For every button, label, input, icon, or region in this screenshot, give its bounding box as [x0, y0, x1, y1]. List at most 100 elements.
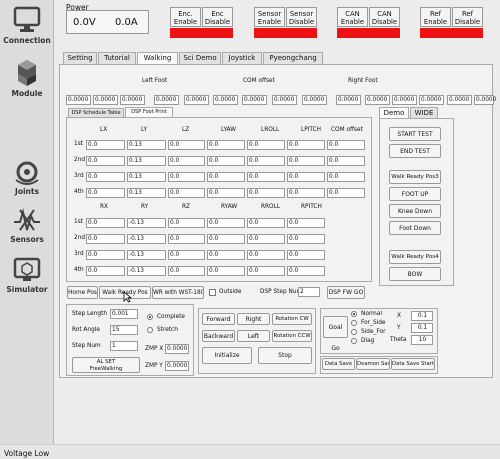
left-foot-cell[interactable]: 0.0	[327, 188, 365, 198]
enc-enable-button[interactable]: Enc. Enable	[170, 7, 201, 27]
left-foot-cell[interactable]: 0.0	[327, 140, 365, 150]
dsp-step-num-input[interactable]: 2	[298, 287, 320, 297]
data-save-button[interactable]: Data Save	[322, 358, 355, 370]
tab-sci-demo[interactable]: Sci Demo	[179, 52, 221, 64]
tab-joystick[interactable]: Joystick	[222, 52, 262, 64]
right-foot-cell[interactable]: 0.0	[287, 218, 325, 228]
sidebar-item-simulator[interactable]: Simulator	[0, 256, 54, 294]
stretch-radio[interactable]	[147, 327, 153, 333]
left-foot-cell[interactable]: 0.13	[127, 188, 166, 198]
deamon-save-button[interactable]: Deamon Save	[356, 358, 390, 370]
right-foot-cell[interactable]: 0.0	[86, 266, 125, 276]
complete-radio[interactable]	[147, 314, 153, 320]
can-disable-button[interactable]: CAN Disable	[369, 7, 400, 27]
normal-radio[interactable]	[351, 311, 357, 317]
right-foot-cell[interactable]: 0.0	[207, 218, 245, 228]
right-foot-cell[interactable]: 0.0	[168, 218, 205, 228]
outside-checkbox[interactable]	[209, 289, 216, 296]
step-length-input[interactable]: 0.001	[110, 309, 138, 319]
walk-ready-pos4-button[interactable]: Walk Ready Pos4	[389, 250, 441, 264]
start-test-button[interactable]: START TEST	[389, 127, 441, 141]
data-save-start-button[interactable]: Data Save Start	[391, 358, 435, 370]
right-foot-cell[interactable]: 0.0	[287, 234, 325, 244]
wr-with-wst-button[interactable]: WR with WST-180	[152, 286, 204, 299]
left-foot-cell[interactable]: 0.0	[207, 140, 245, 150]
top-value-field[interactable]: 0.0000	[419, 95, 444, 105]
left-foot-cell[interactable]: 0.0	[207, 172, 245, 182]
tab-setting[interactable]: Setting	[63, 52, 97, 64]
top-value-field[interactable]: 0.0000	[447, 95, 472, 105]
top-value-field[interactable]: 0.0000	[184, 95, 209, 105]
rot-angle-input[interactable]: 15	[110, 325, 138, 335]
left-foot-cell[interactable]: 0.0	[86, 156, 125, 166]
walk-ready-pos3-button[interactable]: Walk Ready Pos3	[389, 170, 441, 184]
right-foot-cell[interactable]: -0.13	[127, 234, 166, 244]
bow-button[interactable]: BOW	[389, 267, 441, 281]
rotation-ccw-button[interactable]: Rotation CCW	[272, 330, 312, 342]
left-foot-cell[interactable]: 0.0	[327, 172, 365, 182]
top-value-field[interactable]: 0.0000	[474, 95, 496, 105]
right-foot-cell[interactable]: 0.0	[168, 250, 205, 260]
right-foot-cell[interactable]: 0.0	[168, 234, 205, 244]
diag-radio[interactable]	[351, 338, 357, 344]
left-foot-cell[interactable]: 0.0	[168, 140, 205, 150]
foot-up-button[interactable]: FOOT UP	[389, 187, 441, 201]
top-value-field[interactable]: 0.0000	[302, 95, 327, 105]
right-foot-cell[interactable]: 0.0	[247, 250, 285, 260]
left-foot-cell[interactable]: 0.0	[287, 172, 325, 182]
left-foot-cell[interactable]: 0.13	[127, 156, 166, 166]
right-foot-cell[interactable]: 0.0	[247, 266, 285, 276]
top-value-field[interactable]: 0.0000	[365, 95, 390, 105]
left-foot-cell[interactable]: 0.0	[247, 140, 285, 150]
right-foot-cell[interactable]: 0.0	[207, 234, 245, 244]
left-foot-cell[interactable]: 0.13	[127, 172, 166, 182]
can-enable-button[interactable]: CAN Enable	[337, 7, 368, 27]
top-value-field[interactable]: 0.0000	[336, 95, 361, 105]
left-foot-cell[interactable]: 0.0	[207, 188, 245, 198]
top-value-field[interactable]: 0.0000	[120, 95, 145, 105]
al-set-free-walking-button[interactable]: AL SET FreeWalking	[72, 357, 140, 373]
tab-dsp-foot-print[interactable]: DSP Foot Print	[125, 107, 173, 117]
dsp-fw-go-button[interactable]: DSP FW GO	[327, 286, 365, 299]
left-foot-cell[interactable]: 0.0	[287, 156, 325, 166]
tab-pyeongchang[interactable]: Pyeongchang	[263, 52, 323, 64]
left-foot-cell[interactable]: 0.0	[86, 188, 125, 198]
left-foot-cell[interactable]: 0.0	[247, 188, 285, 198]
sidebar-item-joints[interactable]: Joints	[0, 158, 54, 196]
step-num-input[interactable]: 1	[110, 341, 138, 351]
left-button[interactable]: Left	[237, 330, 270, 342]
right-foot-cell[interactable]: 0.0	[287, 266, 325, 276]
tab-demo[interactable]: Demo	[379, 107, 409, 118]
left-foot-cell[interactable]: 0.0	[168, 188, 205, 198]
goal-go-button[interactable]: Goal Go	[323, 316, 348, 352]
left-foot-cell[interactable]: 0.0	[168, 172, 205, 182]
foot-down-button[interactable]: Foot Down	[389, 221, 441, 235]
zmp-y-input[interactable]: 0.0000	[165, 361, 189, 371]
initialize-button[interactable]: Initialize	[202, 347, 252, 364]
right-foot-cell[interactable]: -0.13	[127, 218, 166, 228]
right-foot-cell[interactable]: -0.13	[127, 266, 166, 276]
left-foot-cell[interactable]: 0.0	[207, 156, 245, 166]
rotation-cw-button[interactable]: Rotation CW	[272, 313, 312, 325]
left-foot-cell[interactable]: 0.0	[86, 172, 125, 182]
right-button[interactable]: Right	[237, 313, 270, 325]
goal-theta-input[interactable]: 10	[411, 335, 433, 345]
right-foot-cell[interactable]: 0.0	[168, 266, 205, 276]
backward-button[interactable]: Backward	[202, 330, 235, 342]
right-foot-cell[interactable]: 0.0	[207, 250, 245, 260]
ref-enable-button[interactable]: Ref Enable	[420, 7, 451, 27]
tab-tutorial[interactable]: Tutorial	[98, 52, 136, 64]
top-value-field[interactable]: 0.0000	[66, 95, 91, 105]
knee-down-button[interactable]: Knee Down	[389, 204, 441, 218]
right-foot-cell[interactable]: 0.0	[86, 234, 125, 244]
right-foot-cell[interactable]: 0.0	[247, 218, 285, 228]
left-foot-cell[interactable]: 0.0	[247, 156, 285, 166]
right-foot-cell[interactable]: -0.13	[127, 250, 166, 260]
top-value-field[interactable]: 0.0000	[154, 95, 179, 105]
left-foot-cell[interactable]: 0.0	[86, 140, 125, 150]
top-value-field[interactable]: 0.0000	[272, 95, 297, 105]
ref-disable-button[interactable]: Ref Disable	[452, 7, 483, 27]
sensor-disable-button[interactable]: Sensor Disable	[286, 7, 317, 27]
top-value-field[interactable]: 0.0000	[242, 95, 267, 105]
enc-disable-button[interactable]: Enc Disable	[202, 7, 233, 27]
